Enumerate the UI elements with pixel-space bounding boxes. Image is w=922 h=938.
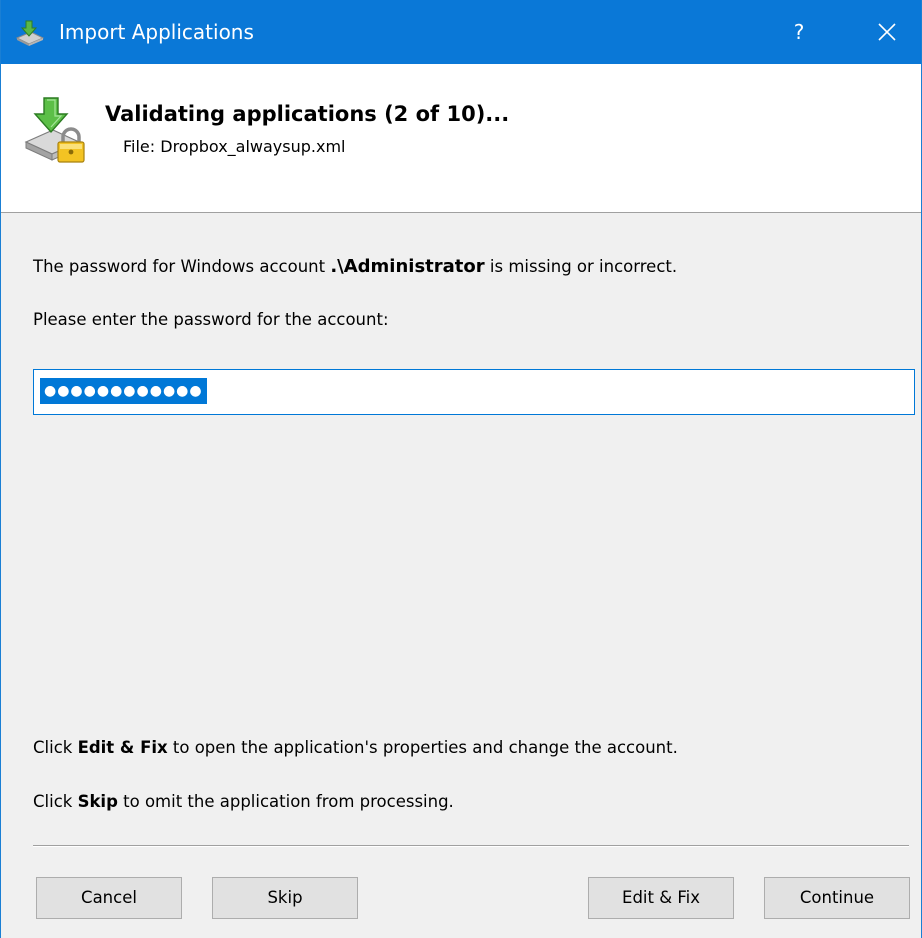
header-banner: Validating applications (2 of 10)... Fil… [1, 64, 921, 213]
edit-hint-keyword: Edit & Fix [77, 738, 168, 757]
skip-button[interactable]: Skip [212, 877, 358, 919]
continue-button[interactable]: Continue [764, 877, 910, 919]
edit-fix-hint: Click Edit & Fix to open the application… [33, 738, 678, 757]
edit-hint-prefix: Click [33, 738, 78, 757]
close-button[interactable] [859, 8, 915, 56]
file-name-label: File: Dropbox_alwaysup.xml [123, 137, 346, 156]
skip-hint: Click Skip to omit the application from … [33, 792, 454, 811]
validation-heading: Validating applications (2 of 10)... [105, 102, 510, 126]
skip-hint-keyword: Skip [77, 792, 118, 811]
password-masked-text: ●●●●●●●●●●●● [40, 378, 207, 404]
password-prompt: Please enter the password for the accoun… [33, 310, 389, 329]
import-app-icon [15, 20, 45, 46]
password-missing-message: The password for Windows account .\Admin… [33, 256, 677, 277]
cancel-button[interactable]: Cancel [36, 877, 182, 919]
skip-hint-suffix: to omit the application from processing. [117, 792, 454, 811]
import-lock-icon [23, 94, 89, 166]
message-suffix: is missing or incorrect. [484, 257, 678, 276]
close-icon [878, 23, 896, 41]
password-input[interactable]: ●●●●●●●●●●●● [33, 369, 915, 415]
import-applications-dialog: Import Applications ? Validating applica… [0, 0, 922, 938]
account-name: .\Administrator [330, 256, 485, 277]
message-prefix: The password for Windows account [33, 257, 331, 276]
help-button[interactable]: ? [769, 8, 829, 56]
title-bar[interactable]: Import Applications ? [1, 0, 921, 64]
edit-hint-suffix: to open the application's properties and… [167, 738, 678, 757]
window-title: Import Applications [59, 20, 254, 44]
button-separator [33, 845, 909, 847]
edit-fix-button[interactable]: Edit & Fix [588, 877, 734, 919]
skip-hint-prefix: Click [33, 792, 78, 811]
